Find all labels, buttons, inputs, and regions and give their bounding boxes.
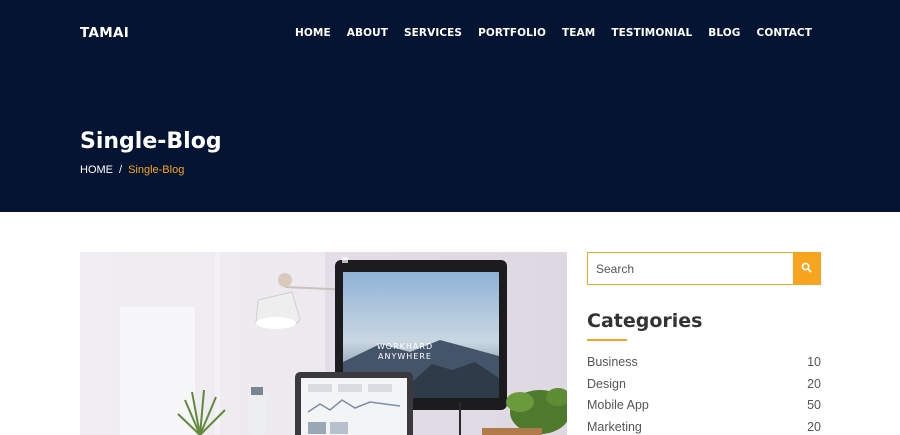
brand-logo[interactable]: TAMAI — [80, 25, 129, 41]
category-name[interactable]: Design — [587, 377, 626, 399]
category-item[interactable]: Marketing 20 — [587, 420, 821, 435]
nav-portfolio[interactable]: PORTFOLIO — [478, 27, 546, 39]
category-name[interactable]: Mobile App — [587, 398, 649, 420]
workspace-photo: WORKHARD ANYWHERE — [80, 252, 567, 435]
categories-title: Categories — [587, 310, 703, 332]
categories-title-underline — [587, 339, 627, 341]
search-icon — [801, 261, 812, 276]
category-name[interactable]: Business — [587, 355, 638, 377]
search-box — [587, 252, 821, 285]
category-name[interactable]: Marketing — [587, 420, 642, 435]
image-text-line-1: WORKHARD — [377, 342, 433, 351]
category-count: 20 — [807, 376, 821, 391]
nav-about[interactable]: ABOUT — [347, 27, 388, 39]
category-item[interactable]: Design 20 — [587, 377, 821, 399]
page-title: Single-Blog — [80, 129, 222, 154]
search-button[interactable] — [793, 253, 820, 284]
nav-services[interactable]: SERVICES — [404, 27, 462, 39]
categories-list: Business 10 Design 20 Mobile App 50 Mark… — [587, 355, 821, 435]
nav-testimonial[interactable]: TESTIMONIAL — [611, 27, 692, 39]
category-item[interactable]: Business 10 — [587, 355, 821, 377]
category-item[interactable]: Mobile App 50 — [587, 398, 821, 420]
blog-featured-image: WORKHARD ANYWHERE — [80, 252, 567, 435]
hero-banner: TAMAI HOME ABOUT SERVICES PORTFOLIO TEAM… — [0, 0, 900, 212]
breadcrumb-current: Single-Blog — [128, 164, 185, 176]
nav-contact[interactable]: CONTACT — [757, 27, 812, 39]
main-nav: HOME ABOUT SERVICES PORTFOLIO TEAM TESTI… — [295, 27, 812, 39]
search-input[interactable] — [588, 253, 793, 284]
breadcrumb: HOME / Single-Blog — [80, 164, 184, 176]
nav-team[interactable]: TEAM — [562, 27, 595, 39]
category-count: 50 — [807, 398, 821, 412]
category-count: 20 — [807, 419, 821, 434]
breadcrumb-separator: / — [119, 164, 123, 176]
nav-home[interactable]: HOME — [295, 27, 331, 39]
image-text-line-2: ANYWHERE — [378, 352, 432, 361]
nav-blog[interactable]: BLOG — [708, 27, 740, 39]
breadcrumb-home[interactable]: HOME — [80, 164, 113, 176]
category-count: 10 — [807, 355, 821, 369]
